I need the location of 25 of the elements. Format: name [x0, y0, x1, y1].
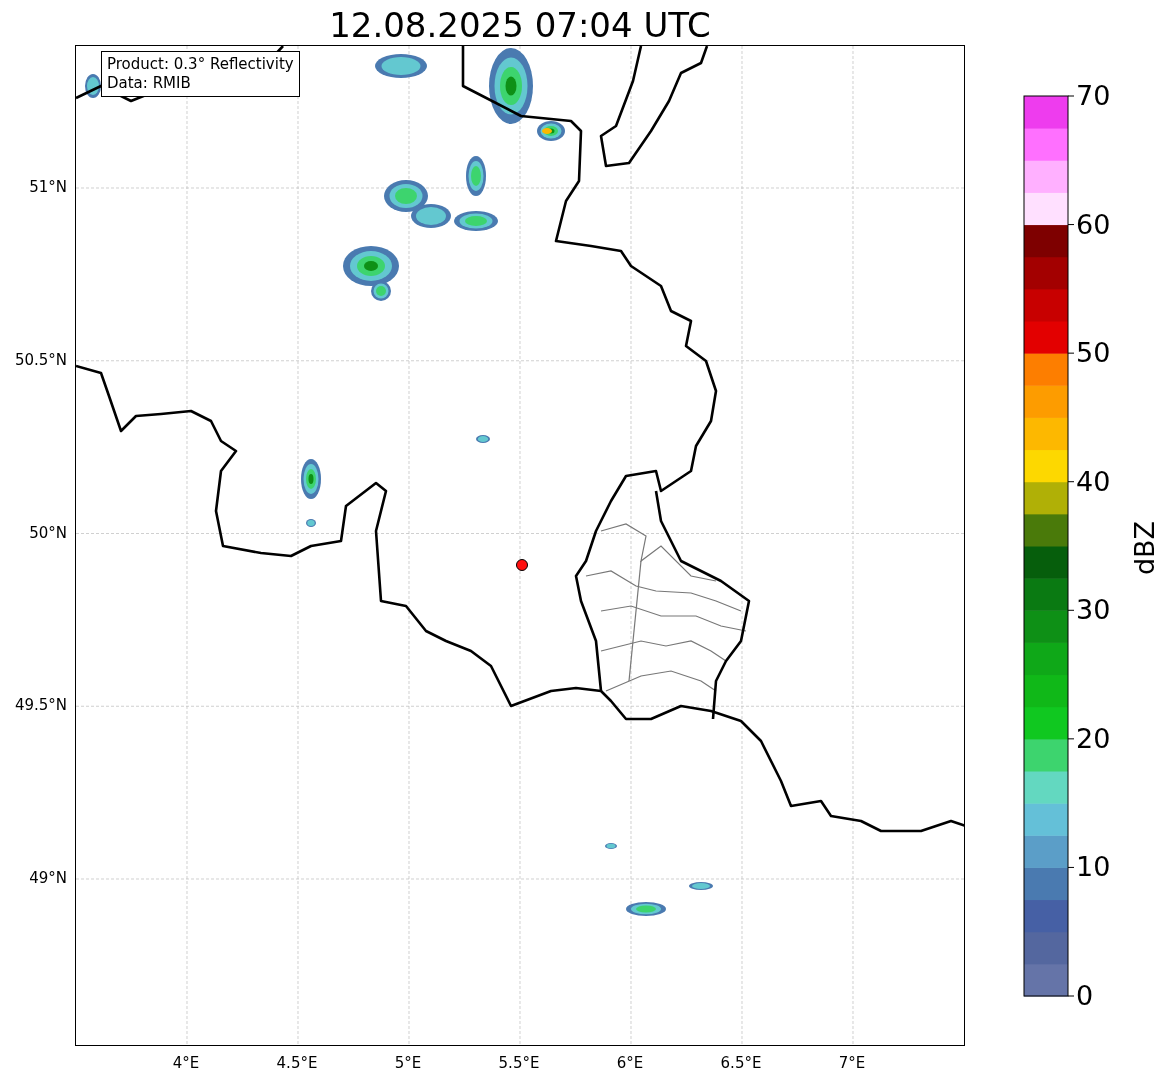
colorbar-tick-label: 0 [1076, 981, 1094, 1011]
colorbar-tick-label: 30 [1076, 595, 1111, 626]
longitude-label: 4°E [172, 1054, 200, 1072]
longitude-label: 5.5°E [498, 1054, 540, 1072]
colorbar-tick-label: 10 [1076, 852, 1111, 883]
longitude-label: 4.5°E [276, 1054, 318, 1072]
longitude-label: 7°E [838, 1054, 866, 1072]
colorbar-tick-label: 60 [1076, 209, 1111, 240]
colorbar-tick-label: 40 [1076, 466, 1111, 497]
latitude-label: 51°N [29, 178, 67, 196]
longitude-label: 5°E [394, 1054, 422, 1072]
colorbar-tick-label: 20 [1076, 723, 1111, 754]
latitude-label: 49.5°N [14, 696, 67, 715]
chart-title: 12.08.2025 07:04 UTC [328, 4, 712, 45]
latitude-label: 50.5°N [14, 350, 67, 369]
colorbar-label: dBZ [1130, 520, 1157, 576]
info-text: Data: RMIB [107, 74, 192, 93]
longitude-label: 6°E [616, 1054, 644, 1072]
colorbar-tick-label: 50 [1076, 338, 1111, 369]
longitude-label: 6.5°E [720, 1054, 762, 1072]
latitude-label: 49°N [29, 869, 67, 887]
info-text: Product: 0.3° Reflectivity [107, 55, 294, 74]
radar-site-marker [516, 559, 528, 571]
colorbar-tick-label: 70 [1076, 81, 1111, 111]
latitude-label: 50°N [29, 523, 67, 542]
